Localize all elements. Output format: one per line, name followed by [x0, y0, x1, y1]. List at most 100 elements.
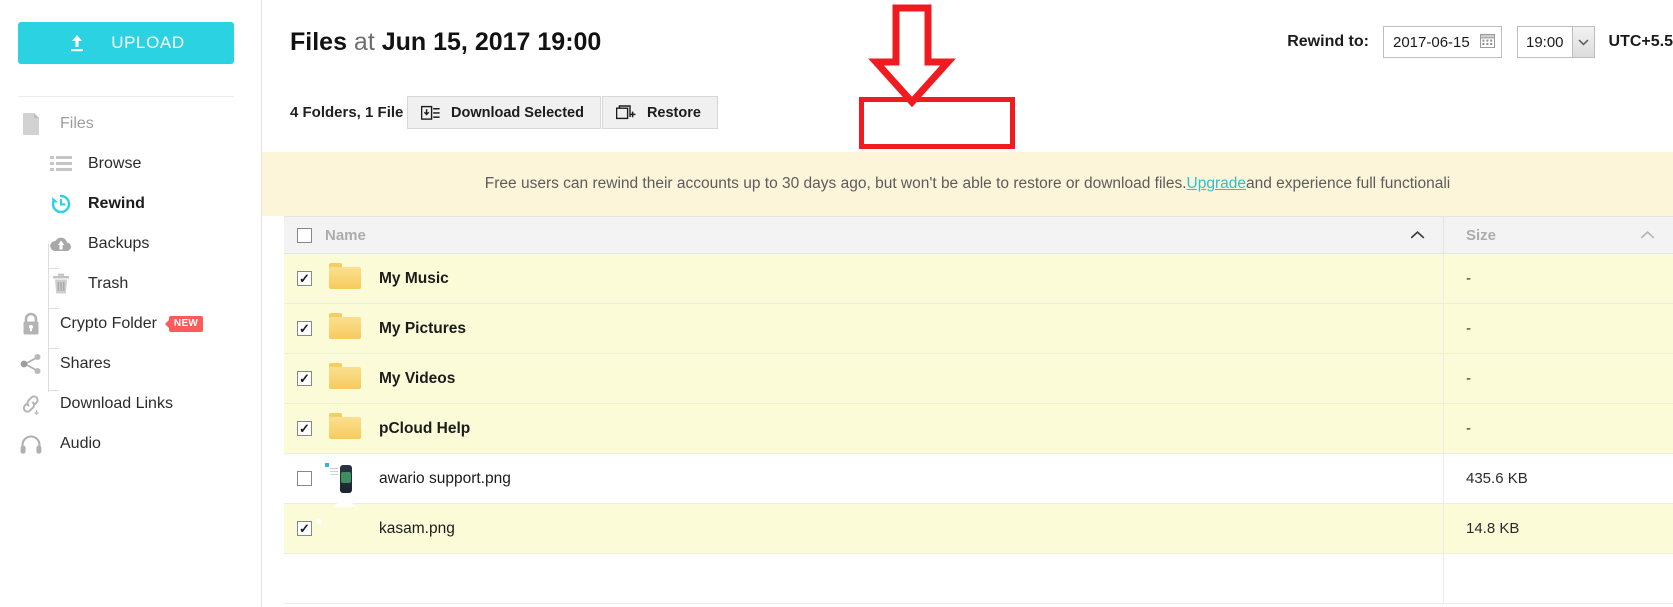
page-title-time: Jun 15, 2017 19:00: [381, 28, 602, 56]
sidebar-item-label: Files: [60, 115, 94, 132]
cloud-upload-icon: [46, 235, 76, 253]
folder-icon: [329, 362, 361, 395]
chevron-down-icon[interactable]: [1571, 27, 1594, 57]
table-row[interactable]: ✓ kasam.png 14.8 KB: [284, 494, 1673, 554]
sidebar-item-label: Backups: [88, 235, 150, 252]
column-header-size[interactable]: Size: [1443, 217, 1673, 253]
calendar-icon[interactable]: [1479, 33, 1495, 52]
select-all-checkbox[interactable]: [297, 227, 312, 243]
restore-window-icon: [615, 104, 636, 121]
main-content: Files at Jun 15, 2017 19:00 Rewind to: 2…: [262, 0, 1673, 607]
rewind-time-select[interactable]: 19:00: [1516, 26, 1595, 58]
row-checkbox-cell: ✓: [284, 371, 325, 386]
download-selected-button[interactable]: Download Selected: [407, 96, 601, 129]
sidebar: UPLOAD Files Browse Rewind Backups Trash…: [0, 0, 262, 607]
row-size: [1443, 554, 1673, 603]
table-row[interactable]: ✓ My Videos -: [284, 354, 1673, 404]
sidebar-item-label: Browse: [88, 155, 142, 172]
list-icon: [46, 155, 76, 173]
page-title-connector: at: [346, 28, 382, 56]
image-placeholder-icon: [317, 494, 361, 545]
download-selected-label: Download Selected: [451, 104, 584, 121]
rewind-date-value: 2017-06-15: [1392, 33, 1470, 51]
rewind-time-value: 19:00: [1525, 33, 1564, 51]
restore-button[interactable]: Restore: [601, 96, 718, 129]
folder-icon: [329, 262, 361, 295]
page-title-prefix: Files: [290, 28, 347, 56]
download-box-icon: [421, 105, 440, 121]
row-name-cell: ✓ kasam.png: [284, 494, 1443, 553]
select-all-checkbox-cell: [284, 227, 325, 243]
row-name-cell: [284, 554, 1443, 603]
pcloud-rewind-page: UPLOAD Files Browse Rewind Backups Trash…: [0, 0, 1673, 607]
timezone-label: UTC+5.5: [1608, 33, 1673, 50]
column-header-size-label: Size: [1466, 226, 1497, 244]
column-header-name-label: Name: [325, 226, 366, 244]
row-size: -: [1443, 404, 1673, 453]
row-name: My Pictures: [379, 319, 467, 337]
row-checkbox-cell: ✓: [284, 421, 325, 436]
row-size: 435.6 KB: [1443, 454, 1673, 503]
banner-text-before: Free users can rewind their accounts up …: [484, 175, 1187, 192]
row-name-cell: awario support.png: [284, 454, 1443, 503]
table-row-partial[interactable]: [284, 554, 1673, 604]
sidebar-item-label: Trash: [88, 275, 129, 292]
folder-icon: [329, 412, 361, 445]
chevron-up-icon[interactable]: [1410, 231, 1425, 240]
photo-thumbnail: [325, 462, 361, 495]
row-name: My Videos: [379, 369, 456, 387]
sidebar-item-files[interactable]: Files: [0, 104, 262, 144]
row-checkbox[interactable]: ✓: [297, 521, 312, 536]
row-name-cell: ✓ My Music: [284, 254, 1443, 303]
upload-icon: [67, 33, 87, 53]
row-checkbox[interactable]: ✓: [297, 371, 312, 386]
sidebar-item-download-links[interactable]: Download Links: [0, 384, 262, 424]
row-size: -: [1443, 304, 1673, 353]
lock-icon: [16, 312, 46, 336]
sidebar-item-rewind[interactable]: Rewind: [0, 184, 262, 224]
chevron-up-icon[interactable]: [1640, 231, 1655, 240]
row-size: 14.8 KB: [1443, 504, 1673, 553]
table-row[interactable]: awario support.png 435.6 KB: [284, 454, 1673, 504]
table-row[interactable]: ✓ My Music -: [284, 254, 1673, 304]
share-icon: [16, 353, 46, 375]
sidebar-item-label: Download Links: [60, 395, 173, 412]
sidebar-item-backups[interactable]: Backups: [0, 224, 262, 264]
sidebar-item-browse[interactable]: Browse: [0, 144, 262, 184]
table-header-row: Name Size: [284, 216, 1673, 254]
row-checkbox[interactable]: ✓: [297, 321, 312, 336]
action-toolbar: 4 Folders, 1 File Download Selected Rest…: [262, 88, 1673, 146]
restore-label: Restore: [646, 104, 701, 121]
table-row[interactable]: ✓ pCloud Help -: [284, 404, 1673, 454]
page-title: Files at Jun 15, 2017 19:00: [290, 28, 601, 57]
column-header-name[interactable]: Name: [284, 217, 1443, 253]
toolbar-buttons: Download Selected Restore: [407, 96, 718, 129]
sidebar-item-trash[interactable]: Trash: [0, 264, 262, 304]
sidebar-item-crypto-folder[interactable]: Crypto Folder NEW: [0, 304, 262, 344]
headphones-icon: [16, 433, 46, 455]
rewind-date-input[interactable]: 2017-06-15: [1382, 26, 1502, 58]
page-header: Files at Jun 15, 2017 19:00 Rewind to: 2…: [262, 0, 1673, 88]
row-checkbox[interactable]: ✓: [297, 421, 312, 436]
row-name: pCloud Help: [379, 419, 471, 437]
upload-label: UPLOAD: [111, 33, 185, 52]
row-checkbox-cell: [284, 471, 325, 486]
row-checkbox[interactable]: ✓: [297, 271, 312, 286]
row-name-cell: ✓ My Pictures: [284, 304, 1443, 353]
upload-button[interactable]: UPLOAD: [18, 22, 234, 64]
row-size: -: [1443, 354, 1673, 403]
table-row[interactable]: ✓ My Pictures -: [284, 304, 1673, 354]
free-plan-banner: Free users can rewind their accounts up …: [262, 152, 1673, 216]
upgrade-link[interactable]: Upgrade: [1187, 175, 1246, 193]
sidebar-item-label: Rewind: [88, 195, 145, 212]
row-checkbox[interactable]: [297, 471, 312, 486]
row-name: My Music: [379, 269, 449, 287]
row-size: -: [1443, 254, 1673, 303]
sidebar-nav: Files Browse Rewind Backups Trash Crypto…: [0, 104, 262, 464]
sidebar-item-audio[interactable]: Audio: [0, 424, 262, 464]
sidebar-item-label: Crypto Folder: [60, 315, 157, 332]
sidebar-divider: [18, 96, 234, 97]
purple-thumbnail: [329, 563, 361, 595]
sidebar-item-shares[interactable]: Shares: [0, 344, 262, 384]
folder-icon: [329, 312, 361, 345]
